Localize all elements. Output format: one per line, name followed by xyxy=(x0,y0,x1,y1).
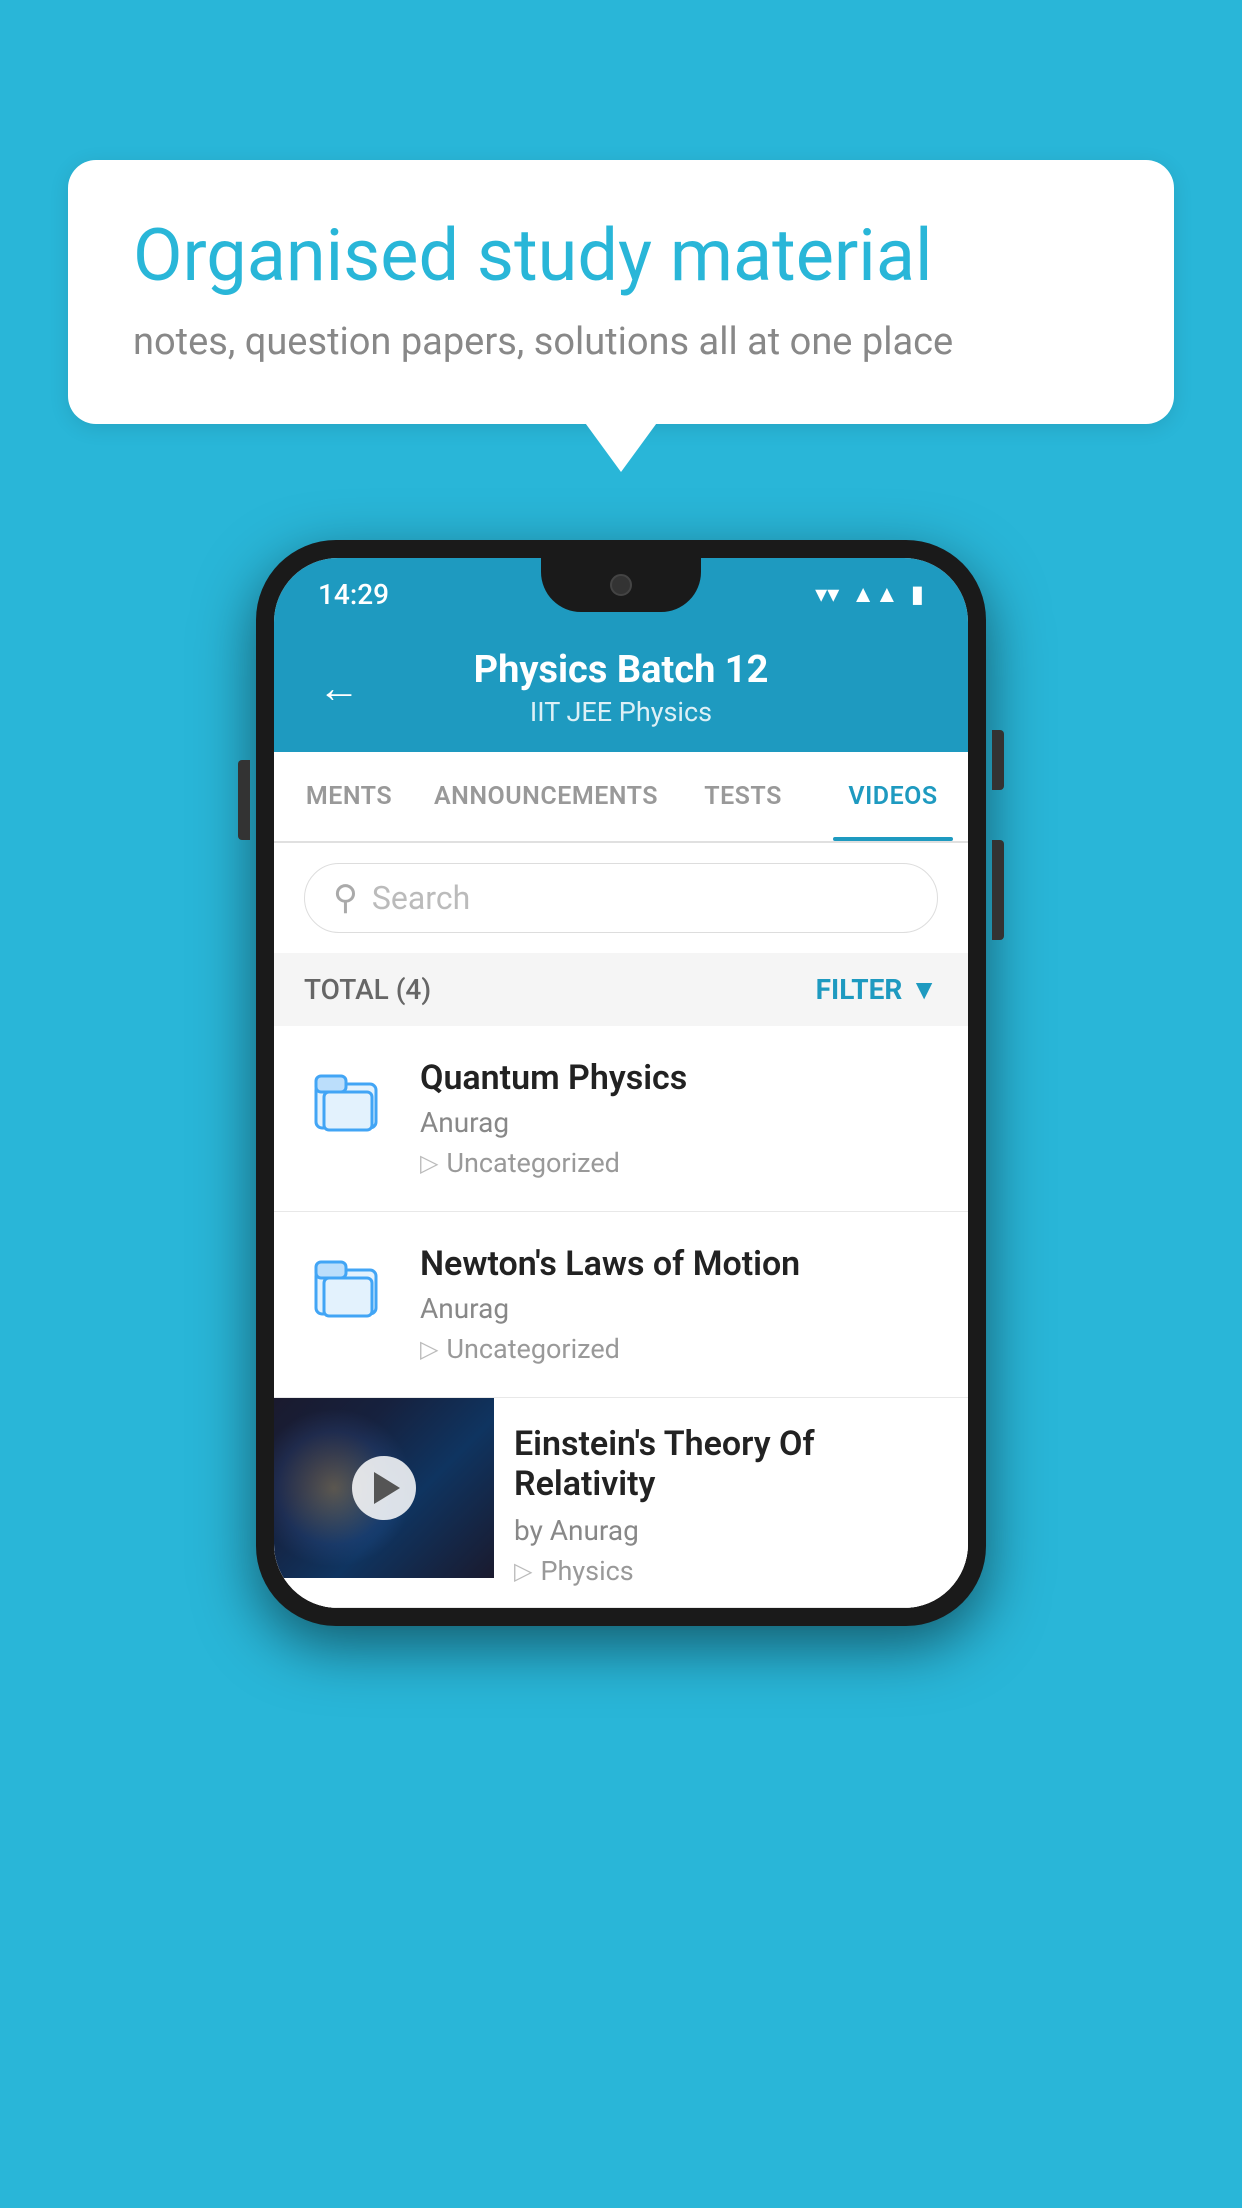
item-author: Anurag xyxy=(420,1106,938,1139)
status-bar: 14:29 ▾▾ ▲▲ ▮ xyxy=(274,558,968,630)
screen-title: Physics Batch 12 xyxy=(474,648,769,692)
tab-ments[interactable]: MENTS xyxy=(274,752,424,841)
media-content: Einstein's Theory Of Relativity by Anura… xyxy=(494,1398,968,1607)
phone-screen: 14:29 ▾▾ ▲▲ ▮ ← Physics Batch 12 IIT JEE… xyxy=(274,558,968,1608)
item-content: Newton's Laws of Motion Anurag ▷ Uncateg… xyxy=(420,1244,938,1365)
play-button[interactable] xyxy=(352,1456,416,1520)
item-tag: ▷ Physics xyxy=(514,1555,948,1587)
item-tag: ▷ Uncategorized xyxy=(420,1333,938,1365)
bubble-title: Organised study material xyxy=(133,215,1109,298)
volume-button-left[interactable] xyxy=(238,760,250,840)
app-bar-title-group: Physics Batch 12 IIT JEE Physics xyxy=(474,648,769,728)
list-container: Quantum Physics Anurag ▷ Uncategorized xyxy=(274,1026,968,1608)
phone-frame: 14:29 ▾▾ ▲▲ ▮ ← Physics Batch 12 IIT JEE… xyxy=(256,540,986,1626)
list-item[interactable]: Quantum Physics Anurag ▷ Uncategorized xyxy=(274,1026,968,1212)
search-input[interactable]: Search xyxy=(372,879,470,917)
filter-button[interactable]: FILTER ▼ xyxy=(816,973,938,1006)
tag-icon: ▷ xyxy=(420,1149,438,1177)
tabs-bar: MENTS ANNOUNCEMENTS TESTS VIDEOS xyxy=(274,752,968,843)
search-input-wrapper[interactable]: ⚲ Search xyxy=(304,863,938,933)
list-item[interactable]: Newton's Laws of Motion Anurag ▷ Uncateg… xyxy=(274,1212,968,1398)
video-thumbnail xyxy=(274,1398,494,1578)
filter-icon: ▼ xyxy=(910,973,938,1006)
notch xyxy=(541,558,701,612)
total-label: TOTAL (4) xyxy=(304,973,431,1006)
status-icons: ▾▾ ▲▲ ▮ xyxy=(815,580,924,609)
play-icon xyxy=(374,1472,400,1504)
folder-icon xyxy=(304,1058,392,1146)
search-container: ⚲ Search xyxy=(274,843,968,953)
item-title: Quantum Physics xyxy=(420,1058,938,1098)
power-button[interactable] xyxy=(992,840,1004,940)
camera xyxy=(610,574,632,596)
filter-label: FILTER xyxy=(816,973,903,1006)
tag-label: Physics xyxy=(540,1555,633,1587)
list-item-media[interactable]: Einstein's Theory Of Relativity by Anura… xyxy=(274,1398,968,1608)
tag-icon: ▷ xyxy=(514,1557,532,1585)
speech-bubble-container: Organised study material notes, question… xyxy=(68,160,1174,424)
item-author: by Anurag xyxy=(514,1514,948,1547)
wifi-icon: ▾▾ xyxy=(815,580,839,608)
back-button[interactable]: ← xyxy=(318,664,360,713)
volume-button-right[interactable] xyxy=(992,730,1004,790)
item-title: Newton's Laws of Motion xyxy=(420,1244,938,1284)
folder-icon xyxy=(304,1244,392,1332)
tag-label: Uncategorized xyxy=(446,1333,619,1365)
signal-icon: ▲▲ xyxy=(851,580,899,609)
phone-outer: 14:29 ▾▾ ▲▲ ▮ ← Physics Batch 12 IIT JEE… xyxy=(256,540,986,1626)
status-time: 14:29 xyxy=(318,578,389,611)
tab-videos[interactable]: VIDEOS xyxy=(818,752,968,841)
tag-label: Uncategorized xyxy=(446,1147,619,1179)
tag-icon: ▷ xyxy=(420,1335,438,1363)
app-bar: ← Physics Batch 12 IIT JEE Physics xyxy=(274,630,968,752)
item-author: Anurag xyxy=(420,1292,938,1325)
search-icon: ⚲ xyxy=(333,878,358,918)
item-tag: ▷ Uncategorized xyxy=(420,1147,938,1179)
battery-icon: ▮ xyxy=(911,580,924,608)
bubble-subtitle: notes, question papers, solutions all at… xyxy=(133,320,1109,364)
filter-row: TOTAL (4) FILTER ▼ xyxy=(274,953,968,1026)
tab-announcements[interactable]: ANNOUNCEMENTS xyxy=(424,752,668,841)
screen-subtitle: IIT JEE Physics xyxy=(474,696,769,728)
tab-tests[interactable]: TESTS xyxy=(668,752,818,841)
item-content: Quantum Physics Anurag ▷ Uncategorized xyxy=(420,1058,938,1179)
item-title: Einstein's Theory Of Relativity xyxy=(514,1424,948,1504)
speech-bubble: Organised study material notes, question… xyxy=(68,160,1174,424)
